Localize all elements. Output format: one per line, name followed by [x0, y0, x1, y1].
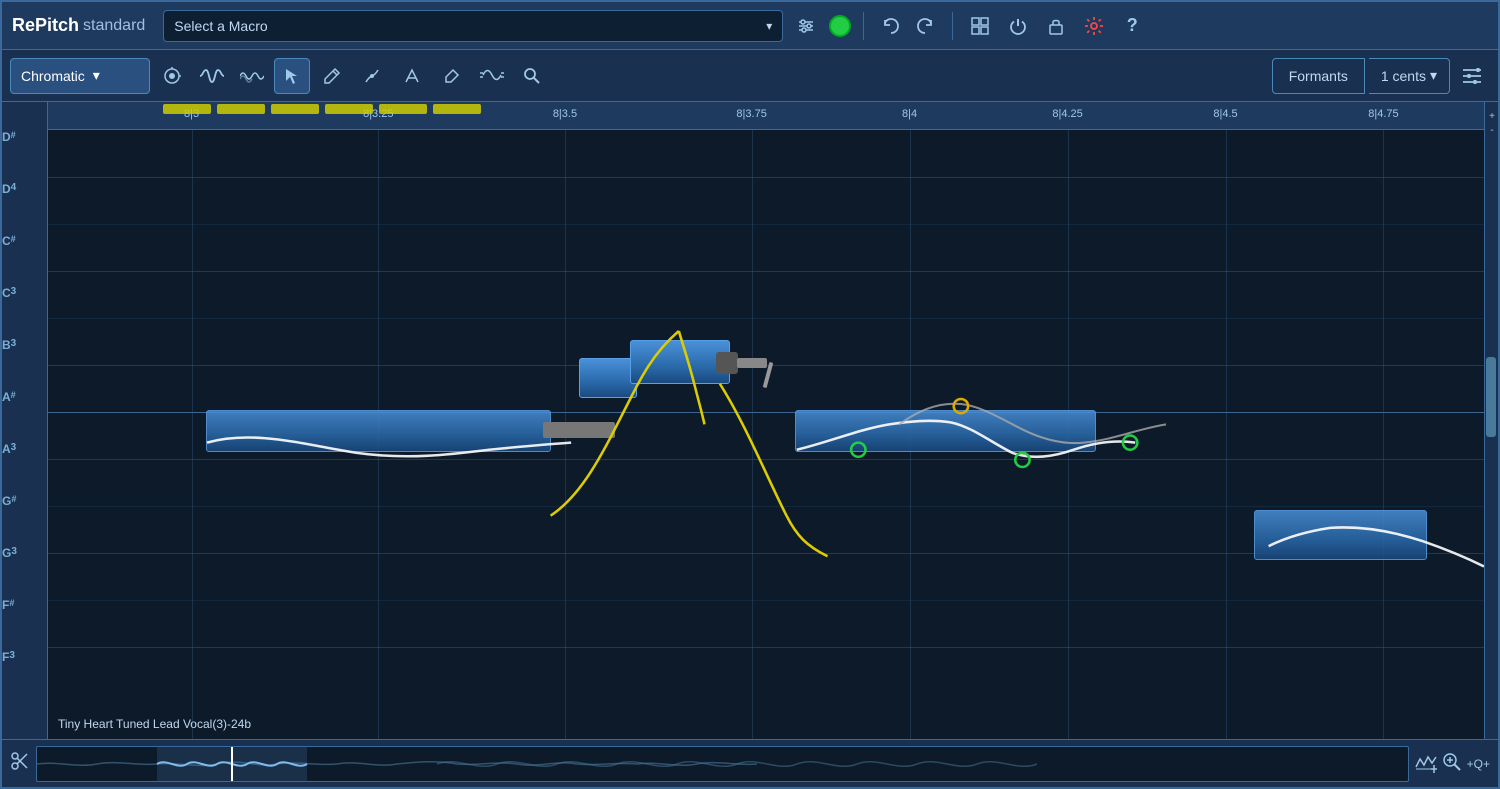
waveform-container[interactable]	[36, 746, 1409, 782]
toolbar-settings-button[interactable]	[1454, 58, 1490, 94]
marker-8-4: 8|4	[902, 108, 917, 120]
divider-2	[952, 12, 953, 40]
waveform-zoom-button[interactable]	[1415, 751, 1437, 776]
macro-chevron-icon: ▾	[766, 19, 772, 33]
timeline-bar: 8|3 8|3.25 8|3.5 8|3.75 8|4 8|4.25 8|4.5…	[48, 102, 1484, 130]
yellow-marker-6	[433, 104, 481, 114]
note-G3: G3	[2, 546, 47, 598]
yellow-marker-1	[163, 104, 211, 114]
yellow-marker-4	[325, 104, 373, 114]
note-C-sharp: C#	[2, 234, 47, 286]
scrollbar-thumb[interactable]	[1486, 357, 1496, 437]
waveform-tool-button[interactable]	[194, 58, 230, 94]
grid-button[interactable]	[965, 11, 995, 41]
logo: RePitch standard	[12, 15, 145, 36]
status-indicator	[829, 15, 851, 37]
zoom-minus-icon[interactable]: -	[1486, 124, 1498, 136]
scissor-icon[interactable]	[10, 751, 30, 776]
redo-button[interactable]	[910, 11, 940, 41]
toolbar: Chromatic ▾	[2, 50, 1498, 102]
divider-1	[863, 12, 864, 40]
piano-labels: D# D4 C# C3 B3 A# A3 G# G3 F# F3	[2, 102, 48, 739]
yellow-marker-2	[217, 104, 265, 114]
magnify-tool-button[interactable]	[514, 58, 550, 94]
select-tool-button[interactable]	[274, 58, 310, 94]
power-button[interactable]	[1003, 11, 1033, 41]
track-label: Tiny Heart Tuned Lead Vocal(3)-24b	[58, 717, 251, 731]
pen-tool-button[interactable]	[354, 58, 390, 94]
note-A-sharp: A#	[2, 390, 47, 442]
yellow-marker-5	[379, 104, 427, 114]
eraser-tool-button[interactable]	[434, 58, 470, 94]
settings-red-button[interactable]	[1079, 11, 1109, 41]
pitch-canvas[interactable]: Tiny Heart Tuned Lead Vocal(3)-24b	[48, 130, 1484, 739]
help-button[interactable]: ?	[1117, 11, 1147, 41]
waveform-svg	[37, 746, 1408, 782]
bottom-right-icons: +Q+	[1415, 751, 1490, 776]
logo-standard: standard	[83, 17, 145, 35]
zoom-fit-button[interactable]	[1441, 751, 1463, 776]
undo-button[interactable]	[876, 11, 906, 41]
app-wrapper: RePitch standard Select a Macro ▾	[0, 0, 1500, 789]
grid-area: 8|3 8|3.25 8|3.5 8|3.75 8|4 8|4.25 8|4.5…	[48, 102, 1484, 739]
scrollbar-right[interactable]: + -	[1484, 102, 1498, 739]
marker-8-4-5: 8|4.5	[1213, 108, 1237, 120]
scale-selector[interactable]: Chromatic ▾	[10, 58, 150, 94]
yellow-marker-3	[271, 104, 319, 114]
draw-pencil-button[interactable]	[314, 58, 350, 94]
note-D-sharp: D#	[2, 130, 47, 182]
cents-value: 1 cents	[1381, 68, 1426, 84]
marker-8-3-75: 8|3.75	[736, 108, 766, 120]
note-A3: A3	[2, 442, 47, 494]
zoom-text-button[interactable]: +Q+	[1467, 757, 1490, 771]
note-F3: F3	[2, 650, 47, 702]
macro-select-text: Select a Macro	[174, 18, 766, 34]
note-C3: C3	[2, 286, 47, 338]
logo-repitch: RePitch	[12, 15, 79, 36]
note-F-sharp: F#	[2, 598, 47, 650]
zoom-plus-icon[interactable]: +	[1486, 110, 1498, 122]
top-icons-group	[876, 11, 940, 41]
cents-display: 1 cents ▾	[1369, 58, 1450, 94]
main-area: D# D4 C# C3 B3 A# A3 G# G3 F# F3 8|3 8|3…	[2, 102, 1498, 739]
formants-button[interactable]: Formants	[1272, 58, 1365, 94]
note-B3: B3	[2, 338, 47, 390]
marker-8-4-25: 8|4.25	[1052, 108, 1082, 120]
bottom-bar: +Q+	[2, 739, 1498, 787]
top-bar: RePitch standard Select a Macro ▾	[2, 2, 1498, 50]
scale-label: Chromatic	[21, 68, 85, 84]
wave2-tool-button[interactable]	[474, 58, 510, 94]
marker-8-4-75: 8|4.75	[1368, 108, 1398, 120]
lock-button[interactable]	[1041, 11, 1071, 41]
macro-select[interactable]: Select a Macro ▾	[163, 10, 783, 42]
marker-8-3-5: 8|3.5	[553, 108, 577, 120]
pitch-curves-svg	[48, 130, 1484, 739]
anchor-tool-button[interactable]	[394, 58, 430, 94]
snap-button[interactable]	[154, 58, 190, 94]
scale-chevron-icon: ▾	[93, 67, 100, 84]
note-D4: D4	[2, 182, 47, 234]
vibrato-tool-button[interactable]	[234, 58, 270, 94]
cents-chevron-icon: ▾	[1430, 67, 1437, 84]
note-G-sharp: G#	[2, 494, 47, 546]
filter-settings-button[interactable]	[791, 11, 821, 41]
